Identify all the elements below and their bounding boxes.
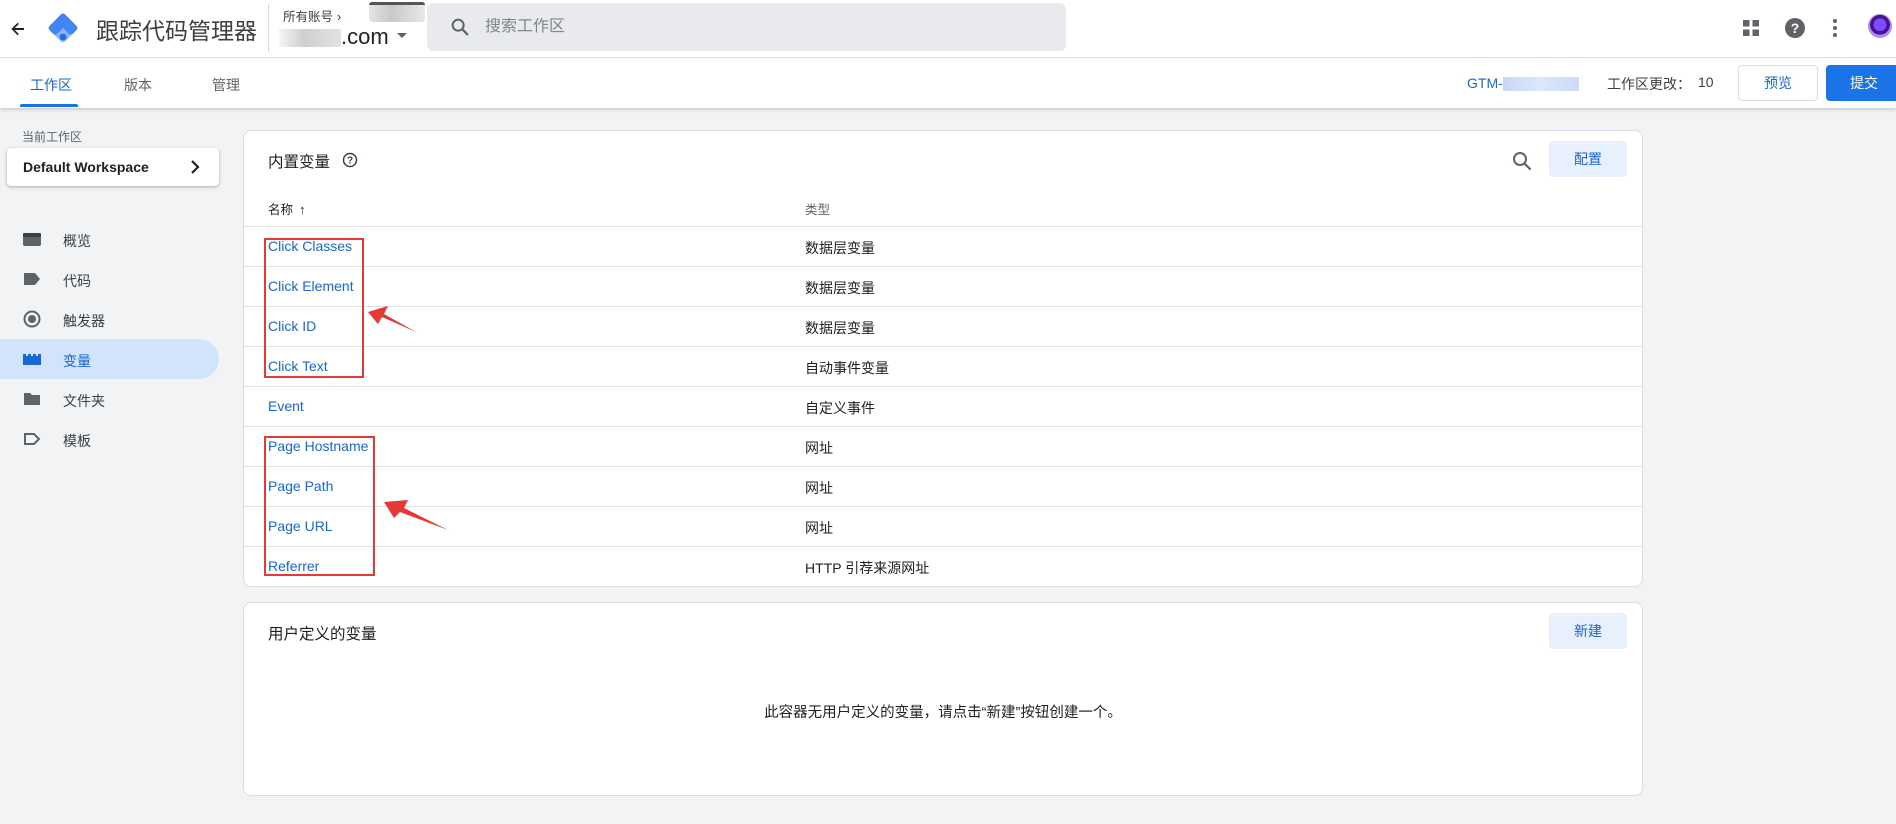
container-domain-suffix: .com — [341, 24, 389, 49]
table-row: Event 自定义事件 — [244, 386, 1642, 426]
variable-type: 自定义事件 — [805, 400, 875, 416]
user-defined-variables-title: 用户定义的变量 — [268, 626, 377, 643]
sidebar-item-triggers[interactable]: 触发器 — [0, 299, 219, 339]
preview-button[interactable]: 预览 — [1738, 65, 1818, 101]
workspace-name: Default Workspace — [23, 159, 149, 175]
divider — [268, 4, 269, 52]
variable-name-link[interactable]: Page Path — [268, 478, 333, 494]
folder-icon — [24, 393, 40, 405]
tab-admin[interactable]: 管理 — [212, 75, 240, 95]
redacted-container-name — [279, 29, 341, 48]
variable-name-link[interactable]: Click ID — [268, 318, 316, 334]
gtm-logo-icon — [48, 13, 78, 43]
template-icon — [24, 433, 41, 445]
sidebar-item-variables[interactable]: 变量 — [0, 339, 219, 379]
avatar[interactable] — [1868, 14, 1892, 38]
trigger-icon — [23, 310, 41, 328]
chevron-right-icon — [191, 160, 200, 174]
table-row: Click Text 自动事件变量 — [244, 346, 1642, 386]
variable-type: 数据层变量 — [805, 320, 875, 336]
workspace-selector[interactable]: Default Workspace — [7, 148, 219, 186]
configure-button[interactable]: 配置 — [1549, 141, 1627, 177]
search-icon — [451, 18, 469, 36]
workspace-changes-count: 10 — [1698, 74, 1714, 90]
sidebar-item-label: 模板 — [63, 433, 91, 449]
redacted-account-name — [369, 2, 425, 22]
search-input[interactable] — [485, 18, 1045, 36]
variable-type: 网址 — [805, 520, 833, 536]
variables-table: Click Classes 数据层变量 Click Element 数据层变量 Cl… — [244, 226, 1642, 586]
sidebar-item-folders[interactable]: 文件夹 — [0, 379, 219, 419]
sidebar-item-overview[interactable]: 概览 — [0, 219, 219, 259]
tab-workspace[interactable]: 工作区 — [30, 75, 72, 95]
column-header-type: 类型 — [805, 203, 831, 217]
user-defined-variables-card: 用户定义的变量 新建 此容器无用户定义的变量，请点击“新建”按钮创建一个。 — [243, 602, 1643, 796]
variable-name-link[interactable]: Click Text — [268, 358, 328, 374]
sidebar-item-label: 概览 — [63, 233, 91, 249]
variable-type: 网址 — [805, 440, 833, 456]
variable-name-link[interactable]: Page Hostname — [268, 438, 368, 454]
variable-name-link[interactable]: Event — [268, 398, 304, 414]
table-row: Referrer HTTP 引荐来源网址 — [244, 546, 1642, 586]
container-id-link[interactable]: GTM- — [1467, 75, 1579, 92]
current-workspace-label: 当前工作区 — [22, 130, 83, 144]
variable-name-link[interactable]: Click Element — [268, 278, 354, 294]
container-id-prefix: GTM- — [1467, 75, 1503, 91]
builtin-variables-title: 内置变量 — [268, 154, 331, 171]
overview-icon — [23, 233, 41, 246]
workspace-changes-label: 工作区更改： — [1607, 76, 1691, 92]
tab-versions[interactable]: 版本 — [124, 75, 152, 95]
workspace-search[interactable] — [427, 3, 1066, 51]
variable-name-link[interactable]: Click Classes — [268, 238, 352, 254]
sidebar-item-label: 触发器 — [63, 313, 105, 329]
account-breadcrumb[interactable]: 所有账号 › — [283, 6, 341, 25]
back-arrow-icon[interactable] — [4, 15, 32, 43]
variable-icon — [23, 354, 41, 365]
submit-button[interactable]: 提交 — [1826, 65, 1896, 101]
sidebar-item-tags[interactable]: 代码 — [0, 259, 219, 299]
sidebar-item-label: 代码 — [63, 273, 91, 289]
sidebar-item-label: 变量 — [63, 353, 91, 369]
table-row: Click ID 数据层变量 — [244, 306, 1642, 346]
variable-name-link[interactable]: Page URL — [268, 518, 333, 534]
container-name[interactable]: .com — [279, 24, 389, 50]
builtin-variables-card: 内置变量 ? 配置 名称 ↑ 类型 Click Classes 数据层变量 Clic… — [243, 130, 1643, 587]
sidebar-item-label: 文件夹 — [63, 393, 105, 409]
chevron-right-icon: › — [337, 9, 342, 24]
arrow-up-icon: ↑ — [299, 202, 306, 217]
table-row: Page Hostname 网址 — [244, 426, 1642, 466]
account-label: 所有账号 — [283, 10, 334, 24]
variable-type: 自动事件变量 — [805, 360, 889, 376]
app-title: 跟踪代码管理器 — [96, 18, 257, 44]
new-variable-button[interactable]: 新建 — [1549, 613, 1627, 649]
table-row: Page Path 网址 — [244, 466, 1642, 506]
table-row: Click Classes 数据层变量 — [244, 226, 1642, 266]
help-outline-icon[interactable]: ? — [342, 152, 358, 168]
search-icon[interactable] — [1510, 149, 1534, 173]
redacted-container-id — [1502, 77, 1579, 92]
sidebar-item-templates[interactable]: 模板 — [0, 419, 219, 459]
svg-text:?: ? — [1791, 20, 1800, 36]
top-app-bar: 跟踪代码管理器 所有账号› .com ? — [0, 0, 1896, 58]
column-header-name-label: 名称 — [268, 203, 294, 217]
table-row: Page URL 网址 — [244, 506, 1642, 546]
account-container-selector[interactable]: 所有账号 › .com — [279, 2, 425, 52]
variable-type: 数据层变量 — [805, 240, 875, 256]
tab-bar: 工作区 版本 管理 GTM- 工作区更改： 10 预览 提交 — [0, 58, 1896, 108]
apps-grid-icon[interactable] — [1737, 14, 1765, 42]
variable-type: 数据层变量 — [805, 280, 875, 296]
dropdown-caret-icon[interactable] — [397, 33, 407, 38]
more-vert-icon[interactable] — [1821, 14, 1849, 42]
table-row: Click Element 数据层变量 — [244, 266, 1642, 306]
column-header-name[interactable]: 名称 ↑ — [268, 199, 306, 218]
variable-type: HTTP 引荐来源网址 — [805, 560, 930, 576]
help-icon[interactable]: ? — [1781, 14, 1809, 42]
empty-state-message: 此容器无用户定义的变量，请点击“新建”按钮创建一个。 — [764, 705, 1122, 721]
svg-text:?: ? — [347, 156, 353, 167]
active-tab-indicator — [20, 104, 78, 107]
tag-icon — [24, 273, 40, 285]
variable-name-link[interactable]: Referrer — [268, 558, 319, 574]
variable-type: 网址 — [805, 480, 833, 496]
